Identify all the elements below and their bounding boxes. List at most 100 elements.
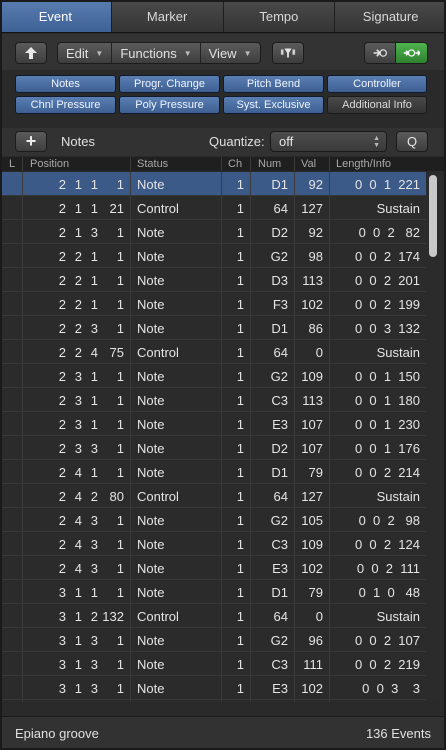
position-tick: 1 (116, 249, 124, 264)
filter-chnl-pressure[interactable]: Chnl Pressure (15, 96, 116, 114)
filter-additional-info[interactable]: Additional Info (327, 96, 427, 114)
column-length-info[interactable]: Length/Info (336, 158, 391, 170)
channel-cell: 1 (236, 345, 244, 360)
scrollbar-thumb[interactable] (429, 175, 437, 257)
table-row[interactable]: 2 4 1 1 Note 1 D1 79 0 0 2 214 (0, 460, 426, 484)
up-level-button[interactable] (15, 42, 47, 64)
filter-pitch-bend[interactable]: Pitch Bend (223, 75, 324, 93)
position-bar: 2 (58, 465, 66, 480)
tab-marker[interactable]: Marker (112, 0, 224, 32)
tab-bar: Event Marker Tempo Signature (0, 0, 446, 33)
functions-menu[interactable]: Functions ▼ (112, 43, 201, 63)
column-status[interactable]: Status (137, 158, 168, 170)
filter-notes[interactable]: Notes (15, 75, 116, 93)
column-num[interactable]: Num (258, 158, 281, 170)
table-row[interactable]: 2 4 2 80 Control 1 64 127 Sustain (0, 484, 426, 508)
table-row[interactable]: 2 4 3 1 Note 1 E3 102 0 0 2 111 (0, 556, 426, 580)
table-row[interactable]: 3 1 3 1 Note 1 G2 96 0 0 2 107 (0, 628, 426, 652)
num-cell: D1 (271, 585, 288, 600)
column-l[interactable]: L (9, 158, 15, 170)
position-tick: 1 (116, 657, 124, 672)
position-beat: 3 (74, 417, 82, 432)
value-cell: 109 (301, 537, 323, 552)
table-row[interactable]: 2 3 1 1 Note 1 G2 109 0 0 1 150 (0, 364, 426, 388)
num-cell: E3 (272, 561, 288, 576)
channel-cell: 1 (236, 273, 244, 288)
length-info-cell: Sustain (376, 345, 420, 360)
table-row[interactable]: 2 2 1 1 Note 1 D3 113 0 0 2 201 (0, 268, 426, 292)
table-row[interactable]: 2 3 1 1 Note 1 E3 107 0 0 1 230 (0, 412, 426, 436)
quantize-select[interactable]: off ▲ ▼ (270, 131, 387, 152)
value-cell: 111 (303, 657, 323, 672)
table-row[interactable]: 2 2 1 1 Note 1 G2 98 0 0 2 174 (0, 244, 426, 268)
column-position[interactable]: Position (30, 158, 69, 170)
num-cell: E3 (272, 417, 288, 432)
position-tick: 1 (116, 177, 124, 192)
status-cell: Note (137, 561, 165, 576)
value-cell: 0 (315, 345, 323, 360)
table-row[interactable]: 2 1 1 21 Control 1 64 127 Sustain (0, 196, 426, 220)
table-row[interactable]: 3 1 3 1 Note 1 C3 111 0 0 2 219 (0, 652, 426, 676)
table-row[interactable]: 2 2 3 1 Note 1 D1 86 0 0 3 132 (0, 316, 426, 340)
table-row[interactable]: 2 3 3 1 Note 1 D2 107 0 0 1 176 (0, 436, 426, 460)
quantize-button[interactable]: Q (396, 131, 428, 152)
position-bar: 2 (58, 441, 66, 456)
filter-syst-exclusive[interactable]: Syst. Exclusive (223, 96, 324, 114)
position-beat: 2 (74, 249, 82, 264)
length-info-cell: 0 0 2 82 (358, 225, 420, 240)
position-tick: 1 (116, 465, 124, 480)
num-cell: D1 (271, 465, 288, 480)
table-row[interactable]: 2 4 3 1 Note 1 G2 105 0 0 2 98 (0, 508, 426, 532)
table-row[interactable]: 2 1 3 1 Note 1 D2 92 0 0 2 82 (0, 220, 426, 244)
value-cell: 102 (301, 297, 323, 312)
edit-menu[interactable]: Edit ▼ (58, 43, 113, 63)
num-cell: C3 (271, 537, 288, 552)
channel-cell: 1 (236, 681, 244, 696)
event-list[interactable]: 2 1 1 1 Note 1 D1 92 0 0 1 221 2 1 1 21 Control 1 64 127… (0, 172, 426, 702)
channel-cell: 1 (236, 393, 244, 408)
tab-event[interactable]: Event (0, 0, 112, 32)
value-cell: 96 (308, 633, 323, 648)
status-cell: Note (137, 513, 165, 528)
length-info-cell: 0 0 1 180 (354, 393, 420, 408)
num-cell: D1 (271, 321, 288, 336)
table-row[interactable]: 3 1 1 1 Note 1 D1 79 0 1 0 48 (0, 580, 426, 604)
midi-out-button[interactable] (395, 42, 428, 64)
tab-tempo[interactable]: Tempo (224, 0, 336, 32)
status-cell: Note (137, 585, 165, 600)
filter-progr-change[interactable]: Progr. Change (119, 75, 220, 93)
table-row[interactable]: 3 1 2 132 Control 1 64 0 Sustain (0, 604, 426, 628)
position-bar: 2 (58, 513, 66, 528)
position-bar: 3 (58, 657, 66, 672)
table-row[interactable]: 2 1 1 1 Note 1 D1 92 0 0 1 221 (0, 172, 426, 196)
quantize-value: off (279, 134, 294, 149)
table-row[interactable]: 2 2 4 75 Control 1 64 0 Sustain (0, 340, 426, 364)
table-row[interactable]: 3 1 3 1 Note 1 E3 102 0 0 3 3 (0, 676, 426, 700)
position-tick: 1 (116, 561, 124, 576)
column-ch[interactable]: Ch (228, 158, 242, 170)
channel-cell: 1 (236, 561, 244, 576)
length-info-cell: 0 0 2 174 (354, 249, 420, 264)
channel-cell: 1 (236, 537, 244, 552)
table-row[interactable]: 2 4 3 1 Note 1 C3 109 0 0 2 124 (0, 532, 426, 556)
column-val[interactable]: Val (301, 158, 316, 170)
length-info-cell: 0 0 2 219 (354, 657, 420, 672)
event-count: 136 Events (365, 726, 431, 741)
channel-cell: 1 (236, 321, 244, 336)
midi-filter-button[interactable] (272, 42, 304, 64)
filter-poly-pressure[interactable]: Poly Pressure (119, 96, 220, 114)
channel-cell: 1 (236, 465, 244, 480)
tab-signature[interactable]: Signature (335, 0, 446, 32)
midi-in-button[interactable] (364, 42, 396, 64)
view-menu[interactable]: View ▼ (201, 43, 260, 63)
status-cell: Note (137, 657, 165, 672)
channel-cell: 1 (236, 417, 244, 432)
value-cell: 102 (301, 561, 323, 576)
add-event-button[interactable]: + (15, 131, 47, 152)
position-tick: 1 (116, 633, 124, 648)
filter-controller[interactable]: Controller (327, 75, 427, 93)
position-beat: 3 (74, 369, 82, 384)
chevron-down-icon: ▼ (95, 48, 104, 58)
table-row[interactable]: 2 3 1 1 Note 1 C3 113 0 0 1 180 (0, 388, 426, 412)
table-row[interactable]: 2 2 1 1 Note 1 F3 102 0 0 2 199 (0, 292, 426, 316)
